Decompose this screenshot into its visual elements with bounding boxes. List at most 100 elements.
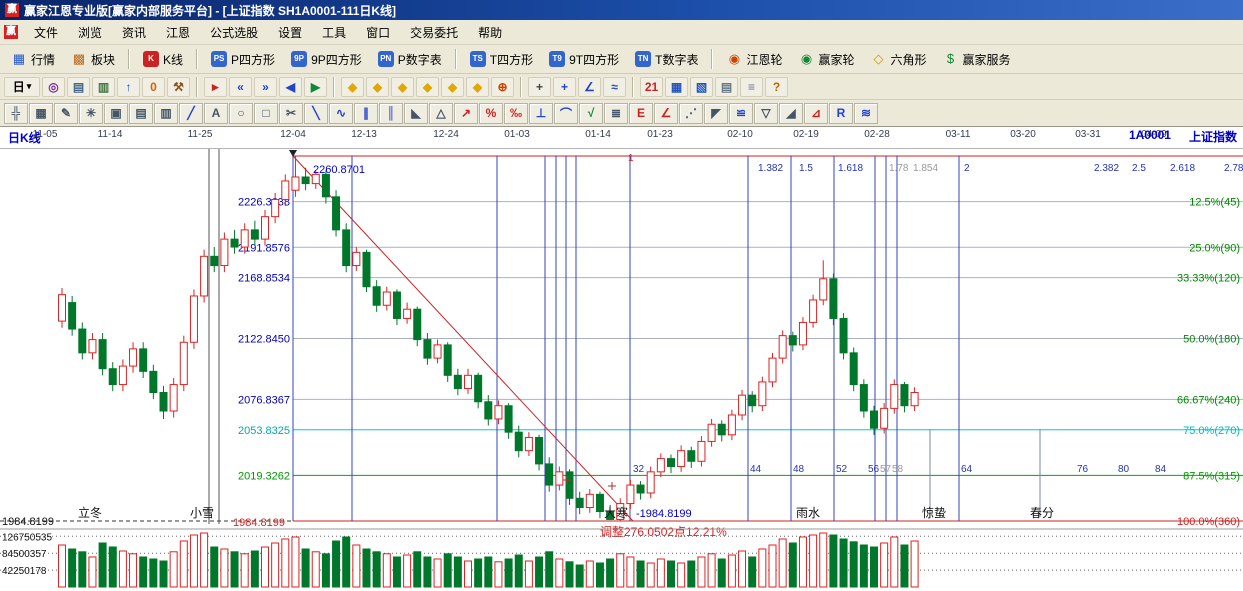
rows-tool-icon: ≣ [611,106,621,120]
toolbar-arrow-line-tool-button[interactable]: ↗ [454,103,478,124]
toolbar-right-triangle-tool-button[interactable]: ⊿ [804,103,828,124]
toolbar-p-square-button[interactable]: PSP四方形 [204,47,282,72]
toolbar-check-tool-button[interactable]: √ [579,103,603,124]
toolbar-layers-button[interactable]: ≡ [740,77,763,97]
toolbar-vertical-lines-tool-button[interactable]: ║ [379,103,403,124]
menu-item-settings[interactable]: 设置 [268,21,312,44]
toolbar-play-button[interactable]: ► [204,77,227,97]
menu-item-browse[interactable]: 浏览 [68,21,112,44]
toolbar-congruent-tool-button[interactable]: ≌ [729,103,753,124]
toolbar-hexagon-button[interactable]: ◇六角形 [864,47,934,72]
toolbar-report-button[interactable]: ▧ [690,77,713,97]
low-level-label: 1984.8199 [233,517,285,529]
toolbar-gann-cycle-button[interactable]: ◆ [466,77,489,97]
toolbar-last-page-button[interactable]: » [254,77,277,97]
toolbar-9t-square-button[interactable]: T99T四方形 [542,47,626,72]
menu-item-formula-select[interactable]: 公式选股 [200,21,268,44]
toolbar-page-button[interactable]: ▤ [67,77,90,97]
app-icon: 赢 [5,3,19,17]
toolbar-grid-cross-tool-button[interactable]: ╬ [4,103,28,124]
t-square-label: T四方形 [490,51,533,68]
menu-item-file[interactable]: 文件 [24,21,68,44]
toolbar-card-tool-button[interactable]: ▤ [129,103,153,124]
toolbar-triangle-tool-button[interactable]: △ [429,103,453,124]
toolbar-e-percent-tool-button[interactable]: E [629,103,653,124]
toolbar-calendar-21-button[interactable]: 21 [640,77,663,97]
toolbar-hammer-button[interactable]: ⚒ [167,77,190,97]
toolbar-wave-button[interactable]: ≈ [603,77,626,97]
toolbar-t-number-table-button[interactable]: TNT数字表 [628,47,705,72]
toolbar-winner-wheel-button[interactable]: ◉赢家轮 [791,47,861,72]
toolbar-quotes-button[interactable]: ▦行情 [4,47,62,72]
toolbar-corner-tool-button[interactable]: ◣ [404,103,428,124]
toolbar-rect-tool-button[interactable]: □ [254,103,278,124]
toolbar-box-tool-button[interactable]: ▣ [104,103,128,124]
toolbar-pencil-tool-button[interactable]: ✎ [54,103,78,124]
toolbar-help-button[interactable]: ? [765,77,788,97]
toolbar-wave-line-tool-button[interactable]: ∿ [329,103,353,124]
toolbar-target-button[interactable]: ⊕ [491,77,514,97]
toolbar-text-tool-button[interactable]: A [204,103,228,124]
toolbar-t-square-button[interactable]: TST四方形 [463,47,540,72]
menu-item-window[interactable]: 窗口 [356,21,400,44]
toolbar-star-tool-button[interactable]: ✳ [79,103,103,124]
toolbar-winner-service-button[interactable]: $赢家服务 [936,47,1018,72]
menu-item-tools[interactable]: 工具 [312,21,356,44]
toolbar-prev-page-button[interactable]: ◀ [279,77,302,97]
toolbar-trend-line-tool-button[interactable]: ╱ [179,103,203,124]
date-tick: 03-20 [1010,129,1036,140]
toolbar-waves-tool-button[interactable]: ≋ [854,103,878,124]
toolbar-angle-measure-tool-button[interactable]: ∠ [654,103,678,124]
toolbar-up-arrow-button[interactable]: ↑ [117,77,140,97]
toolbar-down-line-tool-button[interactable]: ╲ [304,103,328,124]
volume-bar [363,549,370,587]
toolbar-pan-hand-button[interactable]: + [528,77,551,97]
toolbar-arc-tool-button[interactable]: ⌒ [554,103,578,124]
toolbar-next-page-button[interactable]: ▶ [304,77,327,97]
toolbar-first-page-button[interactable]: « [229,77,252,97]
toolbar-gann-box-button[interactable]: ◆ [416,77,439,97]
toolbar-gann-grid-button[interactable]: ◆ [391,77,414,97]
menu-item-gann[interactable]: 江恩 [156,21,200,44]
toolbar-scissors-tool-button[interactable]: ✂ [279,103,303,124]
toolbar-corner-br-tool-button[interactable]: ◢ [779,103,803,124]
toolbar-ellipse-tool-button[interactable]: ○ [229,103,253,124]
toolbar-triangle-down-tool-button[interactable]: ▽ [754,103,778,124]
toolbar-crosshair-button[interactable]: + [553,77,576,97]
candle-body [404,309,411,318]
date-tick: 03-11 [946,129,971,140]
toolbar-columns-tool-button[interactable]: ▥ [154,103,178,124]
menu-item-news[interactable]: 资讯 [112,21,156,44]
toolbar-rows-tool-button[interactable]: ≣ [604,103,628,124]
menu-item-trade-order[interactable]: 交易委托 [400,21,468,44]
toolbar-gann-square-button[interactable]: ◆ [341,77,364,97]
candle-body [546,464,553,485]
toolbar-zero-axis-button[interactable]: 0 [142,77,165,97]
toolbar-angle-button[interactable]: ∠ [578,77,601,97]
toolbar-permille-tool-button[interactable]: ‰ [504,103,528,124]
toolbar-percent-tool-button[interactable]: % [479,103,503,124]
toolbar-gann-web-button[interactable]: ◎ [42,77,65,97]
toolbar-9p-square-button[interactable]: 9P9P四方形 [284,47,369,72]
toolbar-gann-arc-button[interactable]: ◆ [441,77,464,97]
toolbar-perpendicular-tool-button[interactable]: ⊥ [529,103,553,124]
toolbar-kline-button[interactable]: KK线 [136,47,190,72]
toolbar-p-number-table-button[interactable]: PNP数字表 [371,47,449,72]
toolbar-gann-wheel-button[interactable]: ◉江恩轮 [719,47,789,72]
toolbar-sectors-button[interactable]: ▩板块 [64,47,122,72]
toolbar-period-day-dropdown-button[interactable]: 日▾ [4,77,40,97]
toolbar-gann-fan-button[interactable]: ◆ [366,77,389,97]
toolbar-grid-tool-button[interactable]: ▦ [29,103,53,124]
toolbar-grid-panel-button[interactable]: ▦ [665,77,688,97]
layers-icon: ≡ [748,80,755,94]
kline-chart-canvas[interactable]: 2226.363812.5%(45)2191.857625.0%(90)2168… [0,149,1243,591]
toolbar-parallel-lines-tool-button[interactable]: ∥ [354,103,378,124]
toolbar-corner-tl-tool-button[interactable]: ◤ [704,103,728,124]
toolbar-resistance-tool-button[interactable]: R [829,103,853,124]
toolbar-separator [128,49,130,69]
toolbar-dots-tool-button[interactable]: ⋰ [679,103,703,124]
toolbar-stats-button[interactable]: ▥ [92,77,115,97]
menu-item-help[interactable]: 帮助 [468,21,512,44]
volume-bar [434,559,441,587]
toolbar-document-button[interactable]: ▤ [715,77,738,97]
